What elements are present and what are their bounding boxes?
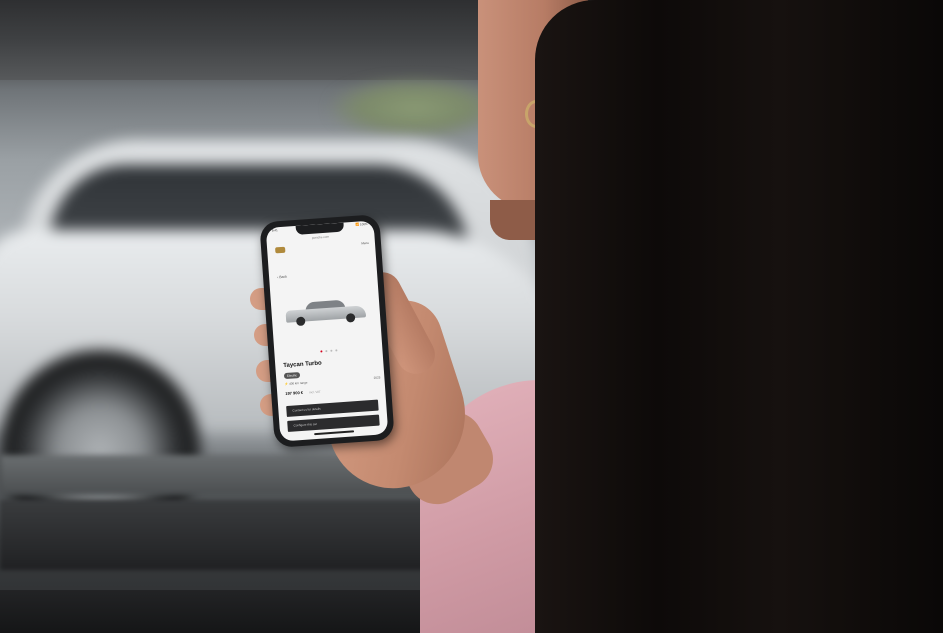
woman-hair <box>535 0 943 633</box>
price-note: incl. VAT <box>309 389 321 395</box>
status-badge: Electric <box>283 372 301 380</box>
carousel-dot[interactable] <box>330 349 333 352</box>
photo-scene: 9:41 📶 100% porsche.com Menu ‹ Back Tayc… <box>0 0 943 633</box>
menu-link[interactable]: Menu <box>361 241 369 246</box>
configure-button[interactable]: Configure this car <box>287 414 380 432</box>
status-time: 9:41 <box>271 228 278 233</box>
carousel-dots[interactable] <box>320 349 338 353</box>
carousel-dot[interactable] <box>335 349 338 352</box>
porsche-crest-icon[interactable] <box>275 246 286 254</box>
home-indicator[interactable] <box>314 430 355 436</box>
car-image[interactable] <box>285 295 367 327</box>
car-image-wheel <box>345 313 356 323</box>
back-link[interactable]: ‹ Back <box>277 275 287 280</box>
status-icons: 📶 100% <box>355 221 368 227</box>
price: 197 900 € <box>285 389 304 397</box>
contact-button[interactable]: Contact us for details <box>286 399 379 418</box>
phone-screen: 9:41 📶 100% porsche.com Menu ‹ Back Tayc… <box>265 220 389 442</box>
carousel-dot-active[interactable] <box>320 350 323 353</box>
car-image-wheel <box>295 316 306 327</box>
smartphone: 9:41 📶 100% porsche.com Menu ‹ Back Tayc… <box>259 214 395 448</box>
model-name: Taycan Turbo <box>283 360 322 370</box>
carousel-dot[interactable] <box>325 350 328 353</box>
spec-range: ⚡ 400 km range <box>284 380 308 387</box>
spec-year: 2023 <box>373 375 381 380</box>
woman <box>420 0 943 633</box>
